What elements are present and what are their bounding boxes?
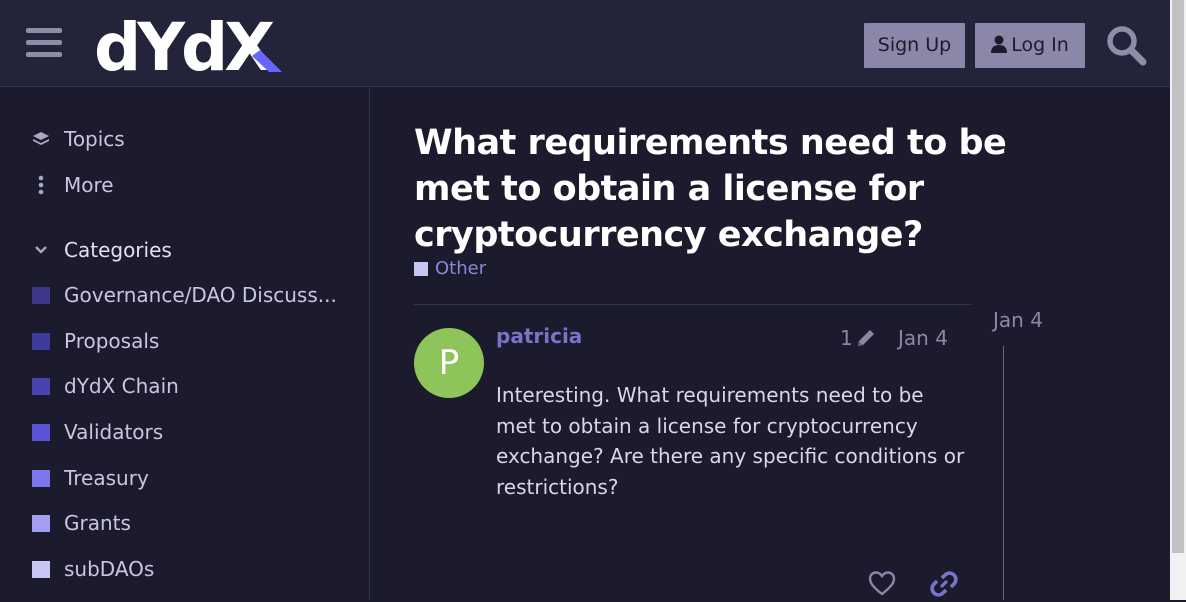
category-color-square: [32, 560, 50, 578]
edit-count: 1: [840, 326, 853, 350]
sidebar-item-label: More: [64, 173, 114, 197]
sidebar-category-item[interactable]: subDAOs: [32, 554, 154, 584]
divider: [414, 304, 971, 305]
sign-up-button[interactable]: Sign Up: [864, 23, 965, 68]
sidebar-category-label: Validators: [64, 420, 164, 444]
category-color-square: [414, 261, 428, 276]
sidebar-category-label: Treasury: [64, 466, 149, 490]
log-in-button[interactable]: Log In: [975, 23, 1085, 68]
topic-main: What requirements need to be met to obta…: [370, 88, 1170, 600]
chevron-down-icon: [32, 241, 50, 259]
sidebar-section-label: Categories: [64, 238, 172, 262]
user-icon: [991, 25, 1008, 70]
sidebar-category-label: Governance/DAO Discuss...: [64, 283, 337, 307]
post-username[interactable]: patricia: [496, 324, 582, 348]
post-edit-history[interactable]: 1: [840, 326, 877, 350]
sidebar-category-item[interactable]: Proposals: [32, 326, 159, 356]
search-icon[interactable]: [1104, 23, 1148, 67]
vertical-ellipsis-icon: [32, 175, 50, 195]
sidebar-category-item[interactable]: dYdX Chain: [32, 371, 179, 401]
sidebar-item-label: Topics: [64, 127, 125, 151]
topic-category-badge[interactable]: Other: [414, 258, 486, 279]
dydx-logo[interactable]: dYdX: [94, 9, 284, 86]
heart-icon[interactable]: [868, 570, 896, 596]
sidebar-category-item[interactable]: Governance/DAO Discuss...: [32, 280, 337, 310]
avatar[interactable]: P: [414, 328, 484, 398]
post-body: Interesting. What requirements need to b…: [496, 383, 965, 499]
category-color-square: [32, 332, 50, 350]
sign-up-label: Sign Up: [877, 34, 952, 56]
hamburger-menu-icon[interactable]: [26, 28, 62, 58]
timeline-scrubber[interactable]: [1003, 346, 1004, 600]
sidebar-section-categories[interactable]: Categories: [32, 235, 172, 265]
sidebar-category-label: Proposals: [64, 329, 160, 353]
topic-title[interactable]: What requirements need to be met to obta…: [414, 120, 1074, 258]
sidebar-category-item[interactable]: Treasury: [32, 463, 149, 493]
sidebar-category-label: subDAOs: [64, 557, 155, 581]
sidebar-category-label: Grants: [64, 511, 131, 535]
pencil-icon: [855, 327, 877, 349]
category-color-square: [32, 286, 50, 304]
link-icon[interactable]: [930, 570, 958, 598]
sidebar-item-topics[interactable]: Topics: [32, 124, 125, 154]
sidebar-category-item[interactable]: Grants: [32, 508, 131, 538]
layers-icon: [32, 130, 50, 148]
sidebar-category-item[interactable]: Validators: [32, 417, 163, 447]
topic-category-label: Other: [435, 258, 487, 279]
sidebar: Topics More Categories Governance/DAO Di…: [0, 88, 370, 600]
category-color-square: [32, 469, 50, 487]
logo-text: dYdX: [94, 12, 274, 76]
post-date[interactable]: Jan 4: [898, 326, 948, 350]
timeline-date[interactable]: Jan 4: [993, 308, 1043, 332]
category-color-square: [32, 377, 50, 395]
category-color-square: [32, 423, 50, 441]
sidebar-item-more[interactable]: More: [32, 170, 114, 200]
log-in-label: Log In: [1011, 34, 1069, 56]
sidebar-category-label: dYdX Chain: [64, 374, 179, 398]
page-scrollbar[interactable]: [1170, 0, 1186, 600]
category-color-square: [32, 514, 50, 532]
scrollbar-thumb[interactable]: [1172, 0, 1184, 553]
site-header: dYdX Sign Up Log In: [0, 0, 1170, 87]
